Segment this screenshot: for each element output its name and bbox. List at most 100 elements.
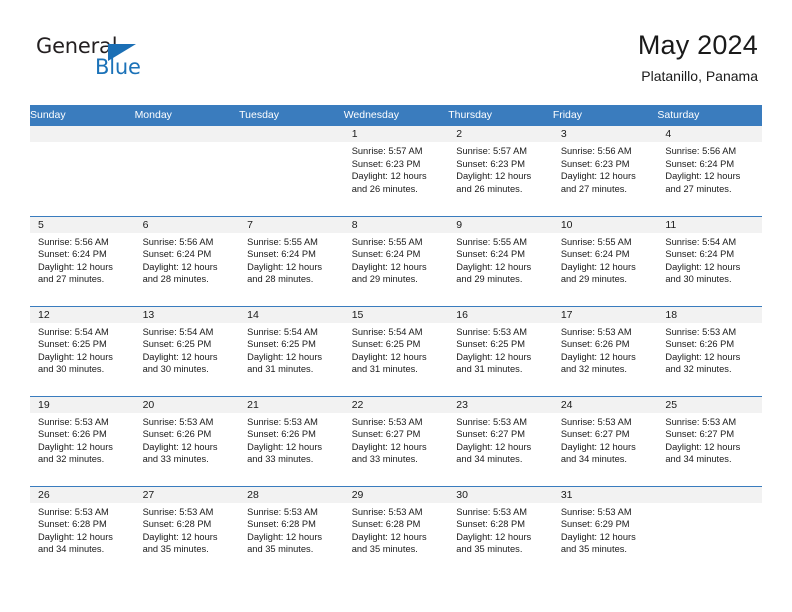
brand-logo[interactable]: General Blue bbox=[36, 34, 236, 90]
calendar-day-cell[interactable]: 15 Sunrise: 5:54 AM Sunset: 6:25 PM Dayligh… bbox=[343, 305, 449, 396]
daylight-text-line2: and 35 minutes. bbox=[142, 544, 209, 555]
day-number bbox=[30, 126, 135, 142]
daylight-text-line2: and 30 minutes. bbox=[665, 274, 732, 285]
sunrise-text: Sunrise: 5:53 AM bbox=[38, 506, 109, 517]
day-sun-info: Sunrise: 5:53 AM Sunset: 6:26 PM Daylight:… bbox=[135, 413, 240, 466]
day-sun-info: Sunrise: 5:54 AM Sunset: 6:25 PM Daylight:… bbox=[344, 323, 449, 376]
calendar-day-cell[interactable]: 9 Sunrise: 5:55 AM Sunset: 6:24 PM Daylight… bbox=[448, 215, 553, 306]
sunrise-text: Sunrise: 5:53 AM bbox=[560, 326, 632, 337]
sunset-text: Sunset: 6:27 PM bbox=[456, 429, 525, 440]
day-number: 13 bbox=[134, 306, 240, 323]
day-sun-info: Sunrise: 5:57 AM Sunset: 6:23 PM Daylight:… bbox=[448, 142, 553, 195]
sunset-text: Sunset: 6:23 PM bbox=[560, 158, 630, 169]
day-sun-info: Sunrise: 5:55 AM Sunset: 6:24 PM Daylight:… bbox=[553, 233, 658, 286]
day-number: 25 bbox=[657, 396, 762, 413]
day-number: 11 bbox=[657, 216, 762, 233]
daylight-text-line1: Daylight: 12 hours bbox=[38, 531, 113, 542]
calendar-day-cell[interactable]: 4 Sunrise: 5:56 AM Sunset: 6:24 PM Daylight… bbox=[657, 126, 762, 216]
calendar-day-cell[interactable]: 29 Sunrise: 5:53 AM Sunset: 6:28 PM Dayligh… bbox=[343, 485, 449, 576]
day-sun-info: Sunrise: 5:54 AM Sunset: 6:25 PM Daylight:… bbox=[135, 323, 240, 376]
sunset-text: Sunset: 6:24 PM bbox=[560, 249, 630, 260]
calendar-day-cell[interactable]: 7 Sunrise: 5:55 AM Sunset: 6:24 PM Daylight… bbox=[239, 215, 344, 306]
sunrise-text: Sunrise: 5:54 AM bbox=[351, 326, 423, 337]
sunrise-text: Sunrise: 5:54 AM bbox=[665, 236, 737, 247]
sunrise-text: Sunrise: 5:53 AM bbox=[665, 326, 737, 337]
calendar-day-cell[interactable]: 21 Sunrise: 5:53 AM Sunset: 6:26 PM Dayligh… bbox=[239, 395, 344, 486]
day-number: 4 bbox=[657, 126, 762, 142]
sunset-text: Sunset: 6:26 PM bbox=[38, 429, 107, 440]
calendar-day-cell[interactable]: 6 Sunrise: 5:56 AM Sunset: 6:24 PM Daylight… bbox=[134, 215, 240, 306]
calendar-day-cell[interactable]: 20 Sunrise: 5:53 AM Sunset: 6:26 PM Dayligh… bbox=[134, 395, 240, 486]
calendar-day-cell[interactable]: 13 Sunrise: 5:54 AM Sunset: 6:25 PM Dayligh… bbox=[134, 305, 240, 396]
day-sun-info: Sunrise: 5:53 AM Sunset: 6:26 PM Daylight:… bbox=[239, 413, 344, 466]
weekday-header-wednesday: Wednesday bbox=[343, 105, 449, 126]
day-number: 28 bbox=[239, 486, 344, 503]
calendar-day-cell[interactable]: 14 Sunrise: 5:54 AM Sunset: 6:25 PM Dayligh… bbox=[239, 305, 344, 396]
daylight-text-line1: Daylight: 12 hours bbox=[560, 171, 636, 182]
sunrise-text: Sunrise: 5:53 AM bbox=[247, 506, 318, 517]
calendar-day-cell[interactable]: 11 Sunrise: 5:54 AM Sunset: 6:24 PM Dayligh… bbox=[657, 215, 762, 306]
calendar-day-cell[interactable]: 19 Sunrise: 5:53 AM Sunset: 6:26 PM Dayligh… bbox=[30, 395, 135, 486]
day-number: 16 bbox=[448, 306, 553, 323]
calendar-day-cell[interactable]: 23 Sunrise: 5:53 AM Sunset: 6:27 PM Dayligh… bbox=[448, 395, 553, 486]
day-cell-content: 17 Sunrise: 5:53 AM Sunset: 6:26 PM Dayligh… bbox=[552, 306, 658, 396]
day-number: 23 bbox=[448, 396, 553, 413]
weekday-header-friday: Friday bbox=[552, 105, 658, 126]
calendar-day-cell[interactable]: 2 Sunrise: 5:57 AM Sunset: 6:23 PM Daylight… bbox=[448, 126, 553, 216]
calendar-day-cell[interactable]: 30 Sunrise: 5:53 AM Sunset: 6:28 PM Dayligh… bbox=[448, 485, 553, 576]
calendar-day-cell[interactable]: 5 Sunrise: 5:56 AM Sunset: 6:24 PM Daylight… bbox=[30, 215, 135, 306]
calendar-day-cell[interactable]: 12 Sunrise: 5:54 AM Sunset: 6:25 PM Dayligh… bbox=[30, 305, 135, 396]
day-number: 27 bbox=[134, 486, 240, 503]
day-cell-content: 20 Sunrise: 5:53 AM Sunset: 6:26 PM Dayligh… bbox=[134, 396, 240, 486]
calendar-day-cell[interactable]: 26 Sunrise: 5:53 AM Sunset: 6:28 PM Dayligh… bbox=[30, 485, 135, 577]
daylight-text-line2: and 33 minutes. bbox=[351, 454, 418, 465]
day-sun-info: Sunrise: 5:54 AM Sunset: 6:25 PM Daylight:… bbox=[239, 323, 344, 376]
sunrise-text: Sunrise: 5:53 AM bbox=[560, 416, 632, 427]
day-number: 9 bbox=[448, 216, 553, 233]
day-cell-content: 26 Sunrise: 5:53 AM Sunset: 6:28 PM Dayligh… bbox=[30, 486, 135, 577]
calendar-day-cell[interactable]: 22 Sunrise: 5:53 AM Sunset: 6:27 PM Dayligh… bbox=[343, 395, 449, 486]
daylight-text-line1: Daylight: 12 hours bbox=[560, 351, 636, 362]
sunset-text: Sunset: 6:24 PM bbox=[665, 249, 735, 260]
calendar-day-cell[interactable]: 24 Sunrise: 5:53 AM Sunset: 6:27 PM Dayligh… bbox=[552, 395, 658, 486]
weekday-header-thursday: Thursday bbox=[448, 105, 553, 126]
day-sun-info: Sunrise: 5:55 AM Sunset: 6:24 PM Daylight:… bbox=[448, 233, 553, 286]
calendar-day-cell[interactable]: 10 Sunrise: 5:55 AM Sunset: 6:24 PM Dayligh… bbox=[552, 215, 658, 306]
calendar-day-cell[interactable]: 17 Sunrise: 5:53 AM Sunset: 6:26 PM Dayligh… bbox=[552, 305, 658, 396]
calendar-day-cell[interactable]: 25 Sunrise: 5:53 AM Sunset: 6:27 PM Dayligh… bbox=[657, 395, 762, 486]
calendar-day-cell[interactable]: 27 Sunrise: 5:53 AM Sunset: 6:28 PM Dayligh… bbox=[134, 485, 240, 576]
calendar-body: 1 Sunrise: 5:57 AM Sunset: 6:23 PM Daylight… bbox=[30, 126, 762, 576]
day-sun-info: Sunrise: 5:56 AM Sunset: 6:24 PM Daylight:… bbox=[30, 233, 135, 286]
day-cell-content bbox=[239, 126, 344, 216]
day-number bbox=[657, 486, 762, 503]
day-number: 10 bbox=[552, 216, 658, 233]
daylight-text-line1: Daylight: 12 hours bbox=[247, 441, 323, 452]
day-sun-info: Sunrise: 5:55 AM Sunset: 6:24 PM Daylight:… bbox=[344, 233, 449, 286]
calendar-day-cell[interactable]: 31 Sunrise: 5:53 AM Sunset: 6:29 PM Dayligh… bbox=[552, 485, 658, 577]
calendar-day-cell[interactable]: 18 Sunrise: 5:53 AM Sunset: 6:26 PM Dayligh… bbox=[657, 305, 762, 396]
weekday-header-tuesday: Tuesday bbox=[239, 105, 344, 126]
calendar-day-cell[interactable]: 3 Sunrise: 5:56 AM Sunset: 6:23 PM Daylight… bbox=[552, 126, 658, 216]
daylight-text-line2: and 34 minutes. bbox=[560, 454, 627, 465]
day-sun-info: Sunrise: 5:53 AM Sunset: 6:28 PM Daylight:… bbox=[344, 503, 449, 556]
calendar-day-cell[interactable]: 1 Sunrise: 5:57 AM Sunset: 6:23 PM Daylight… bbox=[343, 126, 449, 216]
day-number: 3 bbox=[552, 126, 658, 142]
calendar-day-cell[interactable]: 16 Sunrise: 5:53 AM Sunset: 6:25 PM Dayligh… bbox=[448, 305, 553, 396]
daylight-text-line2: and 35 minutes. bbox=[456, 544, 523, 555]
calendar-day-cell[interactable]: 28 Sunrise: 5:53 AM Sunset: 6:28 PM Dayligh… bbox=[239, 485, 344, 576]
daylight-text-line2: and 35 minutes. bbox=[560, 544, 627, 555]
day-cell-content: 31 Sunrise: 5:53 AM Sunset: 6:29 PM Dayligh… bbox=[552, 486, 658, 577]
sunset-text: Sunset: 6:24 PM bbox=[247, 249, 316, 260]
daylight-text-line1: Daylight: 12 hours bbox=[38, 261, 113, 272]
daylight-text-line2: and 32 minutes. bbox=[560, 364, 627, 375]
sunset-text: Sunset: 6:29 PM bbox=[560, 519, 630, 530]
day-sun-info: Sunrise: 5:54 AM Sunset: 6:24 PM Daylight:… bbox=[657, 233, 762, 286]
day-sun-info: Sunrise: 5:55 AM Sunset: 6:24 PM Daylight:… bbox=[239, 233, 344, 286]
calendar-day-cell[interactable]: 8 Sunrise: 5:55 AM Sunset: 6:24 PM Daylight… bbox=[343, 215, 449, 306]
sunrise-text: Sunrise: 5:56 AM bbox=[142, 236, 214, 247]
sunset-text: Sunset: 6:26 PM bbox=[142, 429, 212, 440]
daylight-text-line1: Daylight: 12 hours bbox=[38, 351, 113, 362]
daylight-text-line2: and 29 minutes. bbox=[456, 274, 523, 285]
daylight-text-line1: Daylight: 12 hours bbox=[247, 351, 323, 362]
daylight-text-line1: Daylight: 12 hours bbox=[247, 531, 323, 542]
